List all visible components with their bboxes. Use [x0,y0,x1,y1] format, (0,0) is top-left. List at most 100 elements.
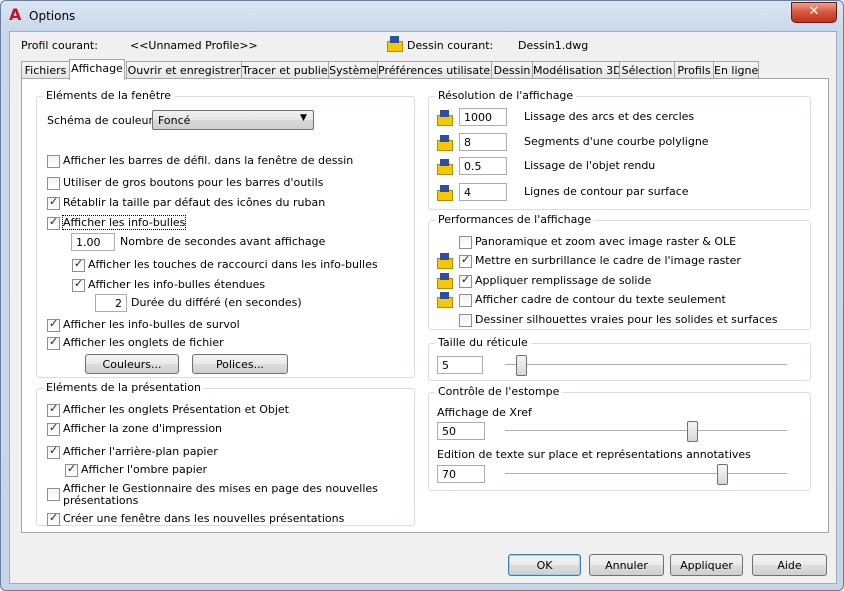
apply-button[interactable]: Appliquer [670,554,743,576]
xref-fade-input[interactable]: 50 [437,422,485,440]
tab-modelisation-3d[interactable]: Modélisation 3D [532,61,622,79]
cancel-button[interactable]: Annuler [589,554,664,576]
crosshair-size-title: Taille du réticule [435,336,531,349]
colors-button[interactable]: Couleurs... [85,354,179,374]
options-dialog: A Options ✕ Profil courant: <<Unnamed Pr… [0,0,844,591]
contour-lines-label: Lignes de contour par surface [524,185,689,198]
fonts-button[interactable]: Polices... [192,354,288,374]
drawing-icon [436,135,453,151]
delay-input[interactable]: 2 [95,294,127,312]
profile-value: <<Unnamed Profile>> [130,39,258,52]
paper-shadow-label: Afficher l'ombre papier [81,463,208,476]
tab-preferences-utilisateur[interactable]: Préférences utilisateur [377,61,502,79]
shortcut-keys-label: Afficher les touches de raccourci dans l… [88,258,378,271]
highlight-raster-frame-label: Mettre en surbrillance le cadre de l'ima… [475,254,741,267]
dialog-client: Profil courant: <<Unnamed Profile>> Dess… [9,31,837,584]
crosshair-slider-thumb[interactable] [516,355,528,376]
xref-slider-thumb[interactable] [687,421,698,442]
drawing-icon [436,110,453,126]
tab-selection[interactable]: Sélection [619,61,675,79]
checkbox-shortcut-keys[interactable] [72,257,85,272]
printable-area-label: Afficher la zone d'impression [63,422,223,435]
layout-tabs-label: Afficher les onglets Présentation et Obj… [63,403,289,416]
rollover-tooltips-label: Afficher les info-bulles de survol [63,318,240,331]
affichage-panel: Eléments de la fenêtre Schéma de couleur… [21,78,829,533]
checkbox-layout-tabs[interactable] [47,402,60,417]
seconds-input[interactable]: 1.00 [71,233,115,251]
polyline-segments-input[interactable]: 8 [459,133,507,151]
drawing-icon [436,159,453,175]
drawing-icon [386,36,403,52]
close-button[interactable]: ✕ [791,2,837,23]
checkbox-paper-shadow[interactable] [65,462,78,477]
checkbox-paper-background[interactable] [47,444,60,459]
drawing-label: Dessin courant: [407,39,494,52]
display-resolution-group: Résolution de l'affichage 1000 Lissage d… [428,89,811,210]
contour-lines-input[interactable]: 4 [459,183,507,201]
checkbox-page-setup-manager[interactable] [47,488,60,501]
checkbox-extended-tooltips[interactable] [72,277,85,292]
page-setup-manager-label-line2: présentations [63,494,139,507]
xref-fade-label: Affichage de Xref [437,406,532,419]
arc-smoothness-input[interactable]: 1000 [459,108,507,126]
tab-ouvrir-enregistrer[interactable]: Ouvrir et enregistrer [126,61,242,79]
true-silhouettes-label: Dessiner silhouettes vraies pour les sol… [475,313,778,326]
ok-button[interactable]: OK [508,554,581,576]
color-scheme-label: Schéma de couleurs: [47,114,163,127]
arc-smoothness-label: Lissage des arcs et des cercles [524,110,695,123]
crosshair-slider-track[interactable] [505,364,787,368]
text-boundary-label: Afficher cadre de contour du texte seule… [475,293,726,306]
color-scheme-dropdown[interactable]: Foncé ▼ [152,110,314,130]
checkbox-highlight-raster-frame[interactable] [459,253,472,268]
extended-tooltips-label: Afficher les info-bulles étendues [88,278,266,291]
file-tabs-label: Afficher les onglets de fichier [63,336,224,349]
window-elements-group: Eléments de la fenêtre Schéma de couleur… [36,89,415,378]
checkbox-pan-zoom-raster[interactable] [459,236,472,249]
tab-systeme[interactable]: Système [328,61,378,79]
tooltips-label: Afficher les info-bulles [61,215,187,230]
rendered-smoothness-input[interactable]: 0.5 [459,157,507,175]
checkbox-printable-area[interactable] [47,421,60,436]
title-bar[interactable]: A Options ✕ [1,1,843,31]
display-performance-group: Performances de l'affichage Panoramique … [428,213,811,330]
solid-fill-label: Appliquer remplissage de solide [475,274,652,287]
checkbox-create-viewport[interactable] [47,511,60,526]
seconds-label: Nombre de secondes avant affichage [120,235,326,248]
tab-profils[interactable]: Profils [674,61,714,79]
xref-slider-track[interactable] [505,430,787,434]
tab-fichiers[interactable]: Fichiers [21,61,70,79]
profile-label: Profil courant: [21,39,98,52]
autocad-logo-icon: A [9,5,22,24]
create-viewport-label: Créer une fenêtre dans les nouvelles pré… [63,512,345,525]
crosshair-size-input[interactable]: 5 [437,356,483,374]
help-button[interactable]: Aide [752,554,827,576]
checkbox-file-tabs[interactable] [47,335,60,350]
tab-affichage[interactable]: Affichage [69,59,125,80]
checkbox-text-boundary[interactable] [459,294,472,307]
checkbox-rollover-tooltips[interactable] [47,317,60,332]
checkbox-tooltips[interactable] [47,215,60,230]
checkbox-large-buttons[interactable] [47,177,60,190]
checkbox-ribbon-icons[interactable] [47,195,60,210]
tab-dessin[interactable]: Dessin [491,61,533,79]
scrollbars-label: Afficher les barres de défil. dans la fe… [63,154,354,167]
tab-en-ligne[interactable]: En ligne [713,61,759,79]
inplace-slider-thumb[interactable] [717,464,729,485]
layout-elements-group: Eléments de la présentation Afficher les… [36,381,415,526]
tab-tracer-publier[interactable]: Tracer et publier [241,61,332,79]
pan-zoom-raster-label: Panoramique et zoom avec image raster & … [475,235,737,248]
fade-control-title: Contrôle de l'estompe [435,385,563,398]
inplace-fade-label: Edition de texte sur place et représenta… [437,448,751,461]
checkbox-solid-fill[interactable] [459,273,472,288]
paper-background-label: Afficher l'arrière-plan papier [63,445,218,458]
checkbox-true-silhouettes[interactable] [459,314,472,327]
checkbox-scrollbars[interactable] [47,155,60,168]
ribbon-icons-label: Rétablir la taille par défaut des icônes… [63,196,326,209]
drawing-icon [436,292,453,308]
inplace-fade-input[interactable]: 70 [437,465,485,483]
display-resolution-title: Résolution de l'affichage [435,89,577,102]
large-buttons-label: Utiliser de gros boutons pour les barres… [63,176,324,189]
drawing-icon [436,253,453,269]
inplace-slider-track[interactable] [505,473,787,477]
polyline-segments-label: Segments d'une courbe polyligne [524,135,709,148]
